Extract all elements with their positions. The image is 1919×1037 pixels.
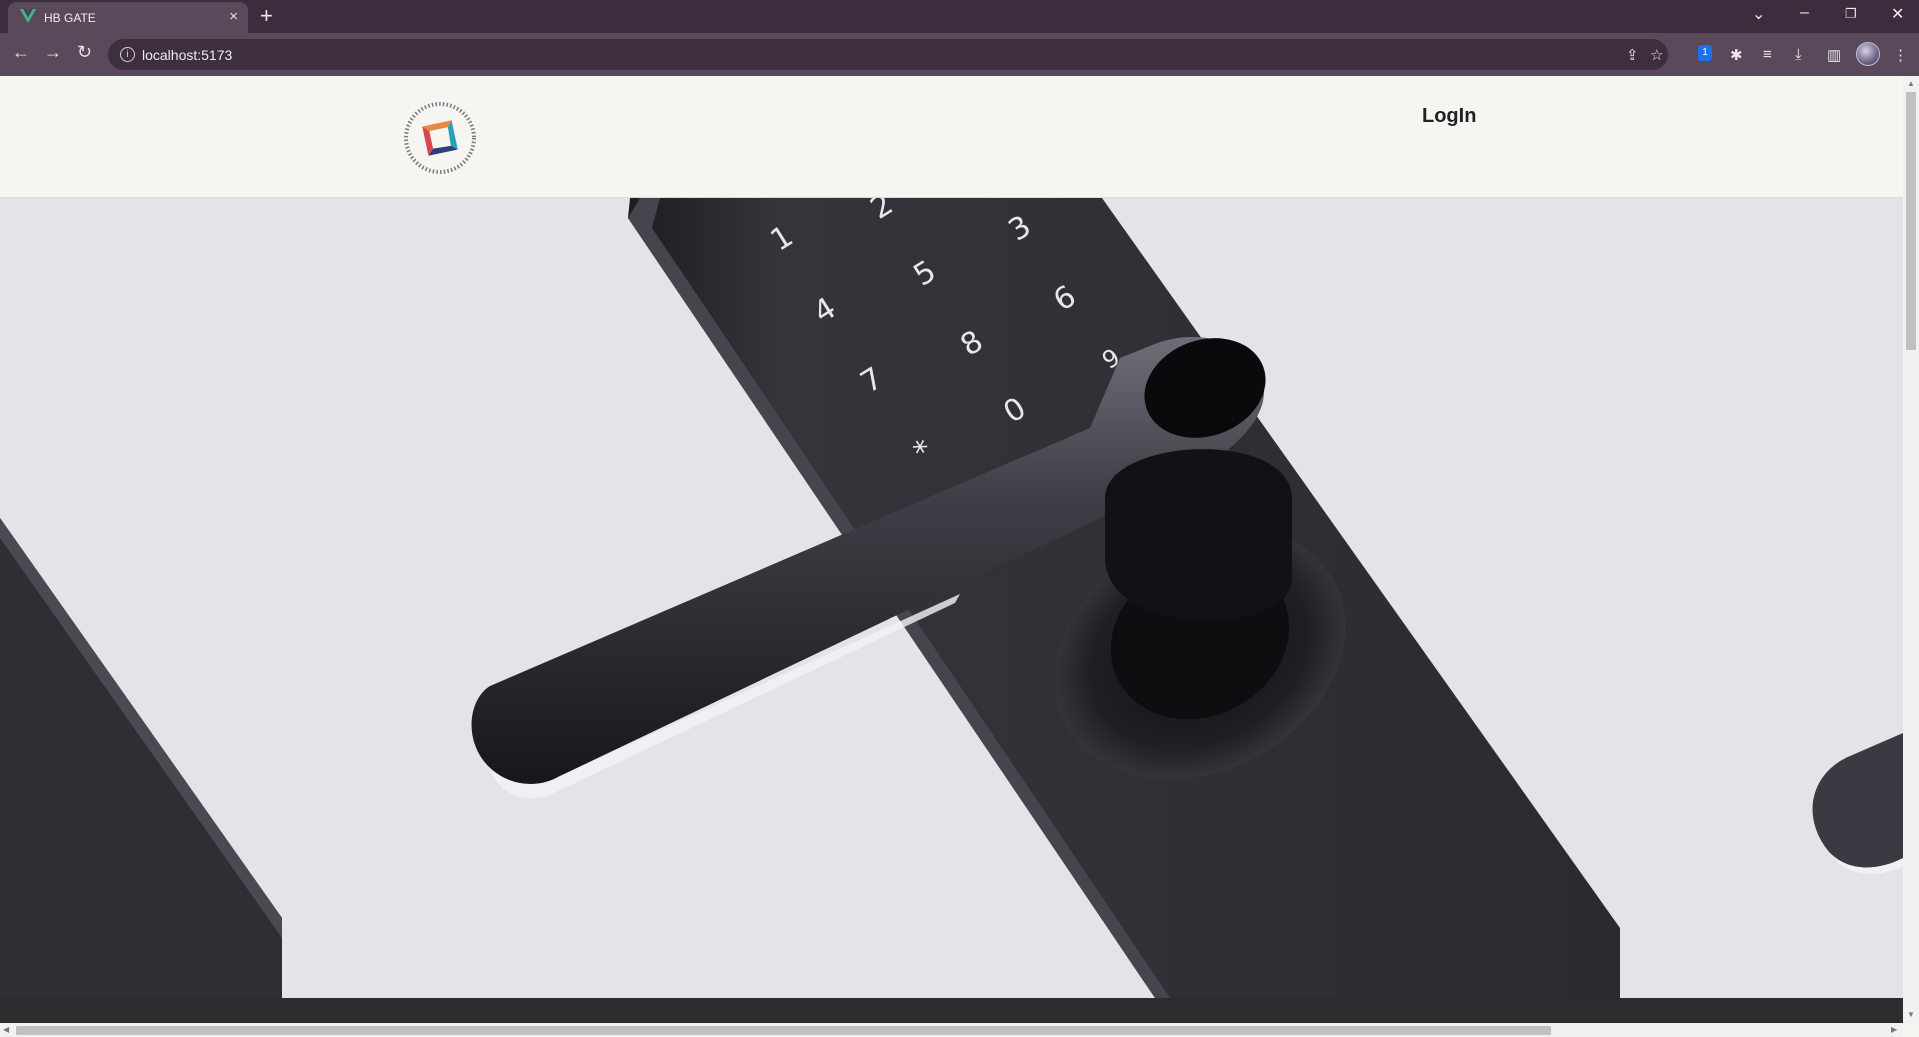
- side-panel-icon[interactable]: ▥: [1827, 46, 1841, 64]
- tab-title: HB GATE: [44, 11, 96, 25]
- scroll-down-arrow-icon[interactable]: ▼: [1907, 1010, 1915, 1019]
- scroll-left-arrow-icon[interactable]: ◀: [3, 1025, 9, 1034]
- share-icon[interactable]: ⇪: [1626, 46, 1639, 64]
- address-bar[interactable]: i localhost:5173 ⇪ ☆: [108, 39, 1668, 70]
- close-window-button[interactable]: ✕: [1891, 4, 1904, 24]
- media-control-icon[interactable]: ≡: [1763, 46, 1772, 63]
- tab-search-chevron-icon[interactable]: ⌄: [1752, 4, 1765, 24]
- vue-logo-icon: [20, 9, 36, 23]
- page-viewport: LogIn 1 2 3 4 5 6 7 8 9 0 *: [0, 76, 1903, 1023]
- site-header: LogIn: [0, 76, 1903, 198]
- browser-tab-bar: HB GATE × + ⌄ – ❐ ✕: [0, 0, 1919, 33]
- scroll-up-arrow-icon[interactable]: ▲: [1907, 79, 1915, 88]
- right-lock-handle: [1812, 733, 1903, 868]
- extensions-puzzle-icon[interactable]: ✱: [1730, 46, 1743, 64]
- smart-lock-product-image: 1 2 3 4 5 6 7 8 9 0 * #: [0, 198, 1903, 998]
- restore-button[interactable]: ❐: [1845, 6, 1857, 22]
- new-tab-button[interactable]: +: [260, 3, 273, 29]
- profile-avatar[interactable]: [1856, 42, 1880, 66]
- back-button[interactable]: ←: [12, 42, 30, 63]
- horizontal-scroll-thumb[interactable]: [16, 1026, 1551, 1035]
- hero-banner: 1 2 3 4 5 6 7 8 9 0 * #: [0, 198, 1903, 998]
- forward-button[interactable]: →: [44, 42, 62, 63]
- tab-close-icon[interactable]: ×: [229, 8, 238, 25]
- minimize-button[interactable]: –: [1800, 4, 1809, 22]
- login-link[interactable]: LogIn: [1422, 105, 1476, 128]
- reload-button[interactable]: ↻: [77, 42, 92, 63]
- browser-toolbar: ← → ↻ i localhost:5173 ⇪ ☆ 1 ✱ ≡ ⤓ ▥ ⋮: [0, 33, 1919, 76]
- scroll-right-arrow-icon[interactable]: ▶: [1891, 1025, 1897, 1034]
- url-text[interactable]: localhost:5173: [142, 47, 232, 63]
- download-icon[interactable]: ⤓: [1795, 46, 1802, 63]
- horizontal-scrollbar[interactable]: ◀ ▶: [0, 1023, 1903, 1037]
- bookmark-star-icon[interactable]: ☆: [1650, 46, 1663, 64]
- company-logo[interactable]: [403, 101, 477, 175]
- password-manager-icon[interactable]: 1: [1698, 45, 1712, 61]
- browser-tab[interactable]: HB GATE ×: [8, 2, 248, 33]
- vertical-scrollbar[interactable]: ▲ ▼: [1903, 76, 1919, 1023]
- browser-menu-icon[interactable]: ⋮: [1893, 46, 1908, 64]
- site-info-icon[interactable]: i: [120, 47, 135, 62]
- vertical-scroll-thumb[interactable]: [1906, 92, 1916, 350]
- footer-band: [0, 998, 1903, 1023]
